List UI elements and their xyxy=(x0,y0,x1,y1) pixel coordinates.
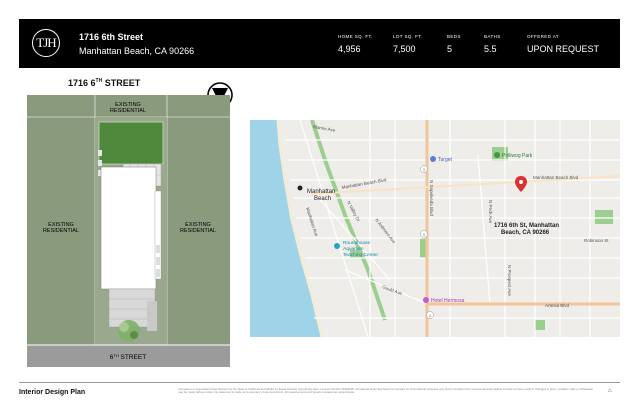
side-walkway xyxy=(154,190,162,280)
neighbor-label-left: RESIDENTIAL xyxy=(43,228,79,234)
stat-value: UPON REQUEST xyxy=(527,44,600,54)
stat-label: HOME SQ. FT. xyxy=(338,34,373,39)
house-footprint xyxy=(100,166,157,290)
street-label-peck: N Peck Ave xyxy=(488,200,493,224)
tree-canopy xyxy=(119,322,129,332)
title-street: STREET xyxy=(102,78,141,88)
listing-header: TJH 1716 6th Street Manhattan Beach, CA … xyxy=(19,19,620,68)
street-label-mb-blvd-east: Manhattan Beach Blvd xyxy=(533,175,579,180)
walkway xyxy=(147,301,157,331)
poi-label-polliwog[interactable]: Polliwog Park xyxy=(502,153,533,159)
stat-value: 4,956 xyxy=(338,44,361,54)
legal-disclaimer: Compass is a real estate broker licensed… xyxy=(178,387,593,395)
brand-logo[interactable]: TJH xyxy=(32,29,60,57)
stat-label: LOT SQ. FT. xyxy=(393,34,423,39)
footer-divider xyxy=(19,382,620,383)
address-city: Manhattan Beach, CA 90266 xyxy=(79,46,195,56)
stat-beds: BEDS 5 xyxy=(447,34,461,54)
city-label: Manhattan xyxy=(307,189,335,195)
stepping-stone xyxy=(156,245,160,253)
footer-title: Interior Design Plan xyxy=(19,389,86,396)
street-label-sepulveda: N Sepulveda Blvd xyxy=(429,180,434,216)
location-pin-dot xyxy=(519,180,523,184)
stat-lot-sqft: LOT SQ. FT. 7,500 xyxy=(393,34,423,54)
site-plan: EXISTING RESIDENTIAL EXISTING RESIDENTIA… xyxy=(27,95,230,367)
street-label-manhattan-ave: Manhattan Ave xyxy=(305,207,319,237)
pin-label: 1716 6th St, Manhattan xyxy=(494,223,559,229)
stat-baths: BATHS 5.5 xyxy=(484,34,501,54)
stepping-stone xyxy=(98,150,102,156)
stat-value: 7,500 xyxy=(393,44,416,54)
stat-value: 5.5 xyxy=(484,44,497,54)
address-street: 1716 6th Street xyxy=(79,32,144,42)
hotel-poi-icon[interactable] xyxy=(423,297,429,303)
street-label-mb-blvd: Manhattan Beach Blvd xyxy=(341,177,387,190)
aquarium-poi-icon[interactable] xyxy=(334,243,340,249)
poi-label-hotel[interactable]: Hotel Hermosa xyxy=(431,298,465,304)
route-shield-label: 1 xyxy=(423,233,425,237)
stat-label: BATHS xyxy=(484,34,501,39)
stat-value: 5 xyxy=(447,44,453,54)
neighbor-label-right: RESIDENTIAL xyxy=(180,228,216,234)
stat-label: OFFERED AT xyxy=(527,34,559,39)
city-label: Beach xyxy=(314,196,331,202)
park-poi-icon[interactable] xyxy=(494,152,500,158)
poi-label-roundhouse[interactable]: Roundhouse xyxy=(343,240,371,246)
route-shield-label: 1 xyxy=(429,314,431,318)
pin-label: Beach, CA 90266 xyxy=(501,230,550,236)
route-shield-label: 1 xyxy=(423,168,425,172)
title-number: 1716 6 xyxy=(68,78,96,88)
street-label-robinson: Robinson St xyxy=(584,238,609,243)
stepping-stone xyxy=(98,160,102,166)
tree-canopy xyxy=(130,331,138,339)
stat-label: BEDS xyxy=(447,34,461,39)
street-label-ardmore: N Ardmore Ave xyxy=(374,218,397,245)
neighbor-label-top: RESIDENTIAL xyxy=(110,108,146,114)
shopping-poi-icon[interactable] xyxy=(430,156,436,162)
stepping-stone xyxy=(156,257,160,265)
stat-home-sqft: HOME SQ. FT. 4,956 xyxy=(338,34,373,54)
site-plan-title: 1716 6TH STREET xyxy=(68,78,140,88)
street-label-artesia: Artesia Blvd xyxy=(545,303,570,308)
poi-label-roundhouse[interactable]: Teaching Center xyxy=(343,252,378,258)
poi-label-roundhouse[interactable]: Aquarium xyxy=(343,246,364,252)
park-area xyxy=(595,210,613,224)
ocean xyxy=(250,120,322,337)
poi-label-target[interactable]: Target xyxy=(438,157,453,163)
stat-offered-at: OFFERED AT UPON REQUEST xyxy=(527,34,599,54)
stepping-stone xyxy=(156,269,160,277)
street-label-gould: Gould Ave xyxy=(382,284,404,296)
street-label-prospect: N Prospect Ave xyxy=(507,265,512,296)
backyard-lawn xyxy=(98,121,164,165)
equal-housing-icon: ⌂ xyxy=(608,388,612,394)
location-map[interactable]: 1 1 1 Marine Ave Manhattan Beach Blvd Ma… xyxy=(250,120,620,337)
map-canvas[interactable]: 1 1 1 Marine Ave Manhattan Beach Blvd Ma… xyxy=(250,120,620,337)
park-area xyxy=(535,320,545,330)
city-marker-icon xyxy=(297,185,303,191)
